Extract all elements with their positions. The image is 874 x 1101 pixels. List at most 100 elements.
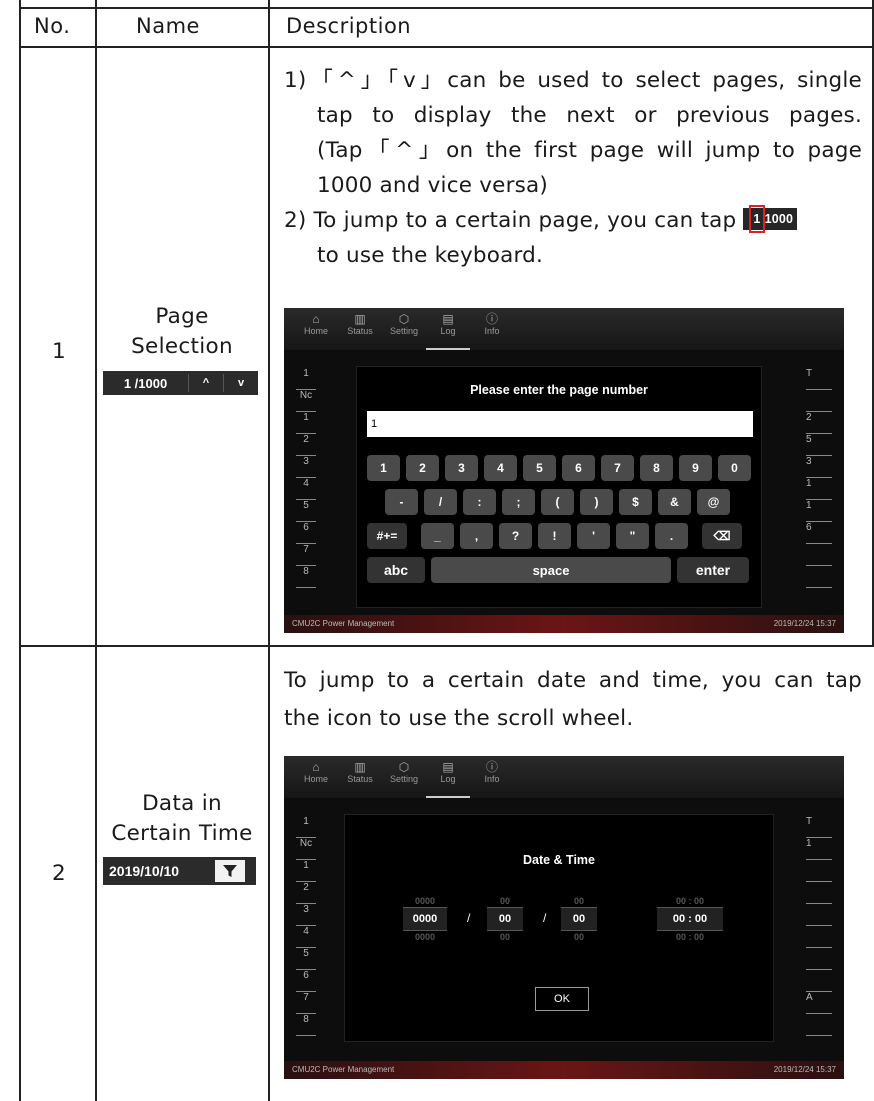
datetime-screenshot: ⌂ Home ▥ Status ⬡ Setting ▤ Log ⓘ Info 1 Nc 1 2 3… bbox=[284, 756, 844, 1079]
row-2-name: Data in Certain Time bbox=[97, 789, 267, 849]
page-indicator[interactable]: 1 /1000 bbox=[103, 376, 188, 391]
inline-page-total: 1000 bbox=[764, 212, 794, 226]
desc-2-line2: the icon to use the scroll wheel. bbox=[284, 706, 634, 731]
key-6[interactable]: 6 bbox=[562, 455, 595, 481]
device-status-bar: CMU2C Power Management 2019/12/24 15:37 bbox=[284, 615, 844, 633]
table-border-left bbox=[19, 0, 21, 1101]
gear-icon: ⬡ bbox=[398, 760, 410, 774]
header-divider bbox=[19, 46, 874, 48]
log-icon: ▤ bbox=[442, 312, 454, 326]
datetime-dialog: Date & Time 0000 0000 0000 / 00 00 00 / … bbox=[344, 814, 774, 1042]
row-2-name-line2: Certain Time bbox=[111, 821, 253, 846]
key-8[interactable]: 8 bbox=[640, 455, 673, 481]
key-paren-open[interactable]: ( bbox=[541, 489, 574, 515]
key-dollar[interactable]: $ bbox=[619, 489, 652, 515]
header-name: Name bbox=[136, 14, 200, 38]
log-icon: ▤ bbox=[442, 760, 454, 774]
month-wheel[interactable]: 00 00 00 bbox=[487, 895, 523, 943]
backspace-icon[interactable]: ⌫ bbox=[702, 523, 742, 549]
key-1[interactable]: 1 bbox=[367, 455, 400, 481]
tab-home: ⌂ Home bbox=[294, 308, 338, 350]
date-filter-control[interactable]: 2019/10/10 bbox=[103, 857, 256, 885]
key-at[interactable]: @ bbox=[697, 489, 730, 515]
row-1-name-line1: Page bbox=[155, 304, 209, 329]
row-1-number: 1 bbox=[52, 339, 66, 364]
key-space[interactable]: space bbox=[431, 557, 671, 583]
key-9[interactable]: 9 bbox=[679, 455, 712, 481]
bg-row-numbers: 1 Nc 1 2 3 4 5 6 7 8 bbox=[296, 368, 316, 588]
page-number-input[interactable]: 1 bbox=[367, 411, 753, 437]
desc-1-line4: 1000 and vice versa) bbox=[317, 173, 548, 198]
desc-1-line2: tap to display the next or previous page… bbox=[317, 103, 862, 128]
key-period[interactable]: . bbox=[655, 523, 688, 549]
bar-chart-icon: ▥ bbox=[354, 760, 366, 774]
time-wheel[interactable]: 00 : 00 00 : 00 00 : 00 bbox=[657, 895, 723, 943]
device-clock-2: 2019/12/24 15:37 bbox=[773, 1065, 836, 1074]
page-selector-control[interactable]: 1 /1000 ^ v bbox=[103, 371, 258, 395]
key-enter[interactable]: enter bbox=[677, 557, 749, 583]
home-icon: ⌂ bbox=[312, 760, 320, 774]
key-apostrophe[interactable]: ' bbox=[577, 523, 610, 549]
day-value: 00 bbox=[561, 907, 597, 931]
key-semicolon[interactable]: ; bbox=[502, 489, 535, 515]
key-quote[interactable]: " bbox=[616, 523, 649, 549]
device-app-name: CMU2C Power Management bbox=[292, 619, 395, 628]
key-dash[interactable]: - bbox=[385, 489, 418, 515]
row-2-number: 2 bbox=[52, 861, 66, 886]
keyboard-row-numbers: 1 2 3 4 5 6 7 8 9 0 bbox=[367, 455, 751, 481]
tab-home-2: ⌂ Home bbox=[294, 756, 338, 798]
bg-right-column-2: T1A bbox=[806, 816, 832, 1036]
inline-page-box: 1 1000 bbox=[743, 205, 798, 233]
day-wheel[interactable]: 00 00 00 bbox=[561, 895, 597, 943]
key-colon[interactable]: : bbox=[463, 489, 496, 515]
key-ampersand[interactable]: & bbox=[658, 489, 691, 515]
bg-row-numbers-2: 1 Nc 1 2 3 4 5 6 7 8 bbox=[296, 816, 316, 1036]
key-7[interactable]: 7 bbox=[601, 455, 634, 481]
date-separator-1: / bbox=[467, 911, 471, 925]
date-separator-2: / bbox=[543, 911, 547, 925]
device-clock: 2019/12/24 15:37 bbox=[773, 619, 836, 628]
table-border-col1 bbox=[95, 0, 97, 1101]
key-underscore[interactable]: _ bbox=[421, 523, 454, 549]
key-5[interactable]: 5 bbox=[523, 455, 556, 481]
key-paren-close[interactable]: ) bbox=[580, 489, 613, 515]
key-exclaim[interactable]: ! bbox=[538, 523, 571, 549]
tab-log: ▤ Log bbox=[426, 308, 470, 350]
info-icon: ⓘ bbox=[485, 312, 498, 326]
date-value: 2019/10/10 bbox=[109, 863, 180, 879]
table-border-top bbox=[19, 7, 874, 9]
row-2-name-line1: Data in bbox=[142, 791, 222, 816]
row-1-name: Page Selection bbox=[97, 302, 267, 362]
datetime-dialog-title: Date & Time bbox=[522, 853, 595, 867]
home-icon: ⌂ bbox=[312, 312, 320, 326]
desc-1-line1: 1)「^」「v」can be used to select pages, sin… bbox=[284, 68, 862, 93]
page-down-button[interactable]: v bbox=[224, 377, 258, 389]
month-value: 00 bbox=[487, 907, 523, 931]
key-slash[interactable]: / bbox=[424, 489, 457, 515]
key-comma[interactable]: , bbox=[460, 523, 493, 549]
bar-chart-icon: ▥ bbox=[354, 312, 366, 326]
tab-info-2: ⓘ Info bbox=[470, 756, 514, 798]
ok-button[interactable]: OK bbox=[535, 987, 589, 1011]
inline-page-current: 1 bbox=[749, 205, 765, 233]
page-up-button[interactable]: ^ bbox=[189, 377, 223, 389]
tab-setting: ⬡ Setting bbox=[382, 308, 426, 350]
key-0[interactable]: 0 bbox=[718, 455, 751, 481]
year-wheel[interactable]: 0000 0000 0000 bbox=[403, 895, 447, 943]
key-abc[interactable]: abc bbox=[367, 557, 425, 583]
page-number-dialog: Please enter the page number 1 1 2 3 4 5… bbox=[356, 366, 762, 608]
year-value: 0000 bbox=[403, 907, 447, 931]
gear-icon: ⬡ bbox=[398, 312, 410, 326]
info-icon: ⓘ bbox=[485, 760, 498, 774]
row-1-name-line2: Selection bbox=[131, 334, 233, 359]
keyboard-row-bottom: abc space enter bbox=[367, 557, 749, 583]
keyboard-screenshot: ⌂ Home ▥ Status ⬡ Setting ▤ Log ⓘ Info 1 Nc 1 2 3… bbox=[284, 308, 844, 633]
key-2[interactable]: 2 bbox=[406, 455, 439, 481]
key-more-symbols[interactable]: #+= bbox=[367, 523, 407, 549]
key-4[interactable]: 4 bbox=[484, 455, 517, 481]
tab-log-2: ▤ Log bbox=[426, 756, 470, 798]
key-3[interactable]: 3 bbox=[445, 455, 478, 481]
row-divider bbox=[19, 645, 874, 647]
key-question[interactable]: ? bbox=[499, 523, 532, 549]
filter-icon[interactable] bbox=[215, 860, 245, 882]
